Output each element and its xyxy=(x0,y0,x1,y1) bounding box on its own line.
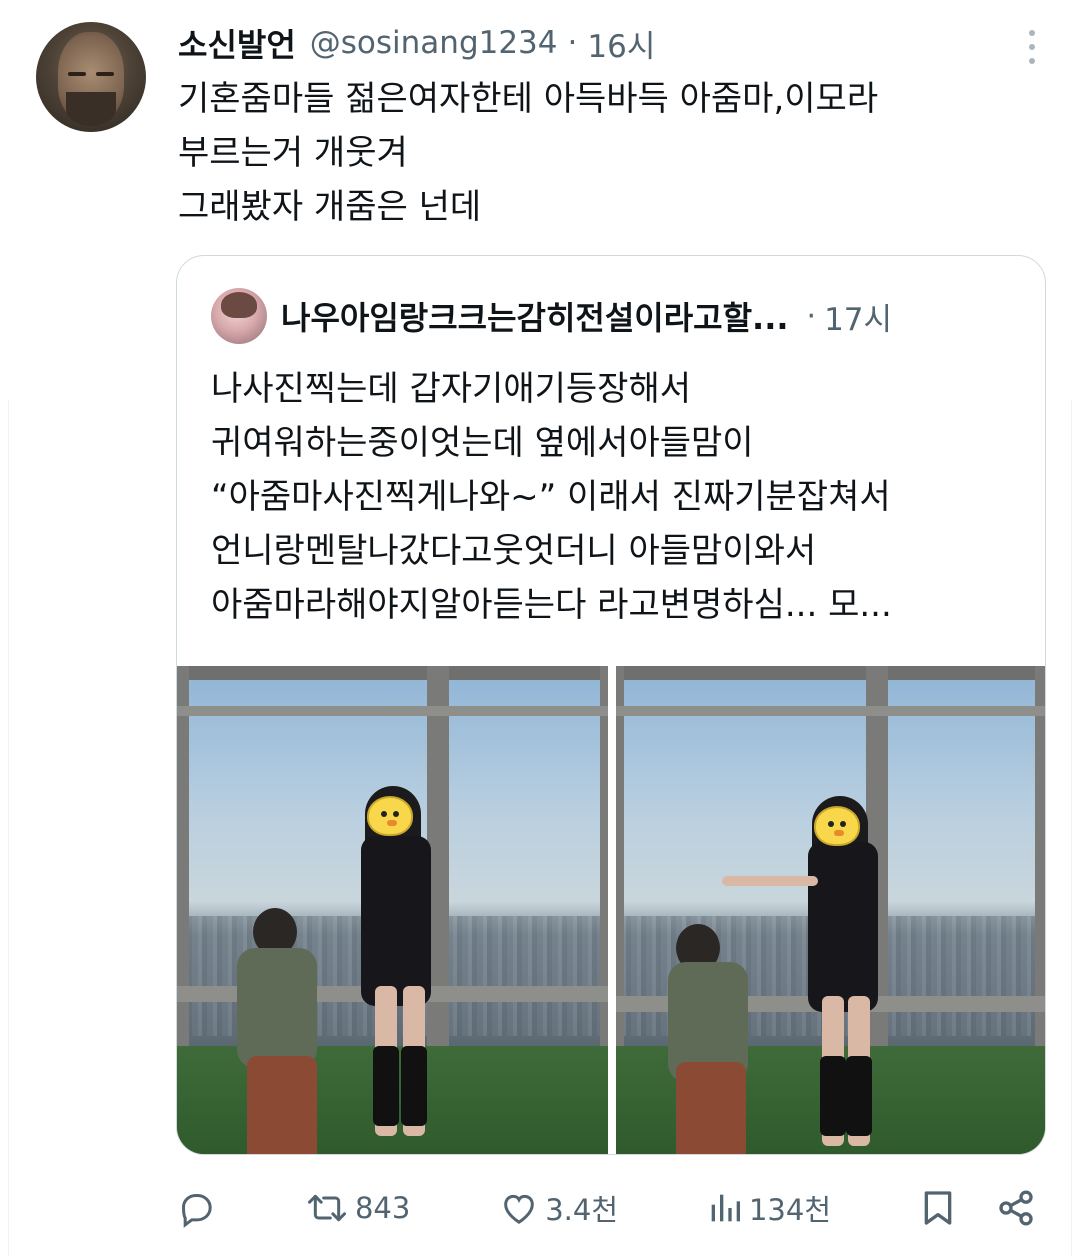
tweet-text: 기혼줌마들 젊은여자한테 아득바득 아줌마,이모라 부르는거 개웃겨 그래봤자 … xyxy=(178,72,1038,234)
views-button[interactable]: 134천 xyxy=(707,1187,831,1229)
quoted-text-line: 언니랑멘탈나갔다고웃엇더니 아들맘이와서 xyxy=(211,531,817,571)
quoted-text-line: 아줌마라해야지알아듣는다 라고변명하심... 모... xyxy=(211,585,892,625)
share-button[interactable] xyxy=(996,1188,1036,1228)
tweet-header: 소신발언 @sosinang1234 · 16시 xyxy=(178,18,1020,68)
retweet-icon xyxy=(307,1194,346,1222)
more-options-icon[interactable] xyxy=(1028,30,1036,64)
quoted-tweet[interactable]: 나우아임랑크크는감히전설이라고할... · 17시 나사진찍는데 갑자기애기등장… xyxy=(176,255,1046,1155)
quoted-header-separator: · xyxy=(806,298,817,334)
reply-button[interactable] xyxy=(176,1188,216,1228)
author-name[interactable]: 소신발언 xyxy=(178,20,296,66)
photo-left[interactable] xyxy=(177,666,608,1154)
author-handle[interactable]: @sosinang1234 xyxy=(310,25,558,61)
quoted-tweet-time[interactable]: 17시 xyxy=(824,294,892,339)
share-icon xyxy=(999,1190,1033,1226)
quoted-author-name[interactable]: 나우아임랑크크는감히전설이라고할... xyxy=(281,293,789,339)
retweet-button[interactable]: 843 xyxy=(305,1188,410,1228)
quoted-tweet-text: 나사진찍는데 갑자기애기등장해서 귀여워하는중이엇는데 옆에서아들맘이 “아줌마… xyxy=(211,362,1031,632)
bookmark-icon xyxy=(924,1191,952,1225)
author-avatar[interactable] xyxy=(36,22,146,132)
bookmark-button[interactable] xyxy=(920,1188,956,1228)
tweet-actions: 843 3.4천 134천 xyxy=(176,1178,1036,1238)
header-separator: · xyxy=(567,25,578,61)
tweet-time[interactable]: 16시 xyxy=(587,21,655,66)
left-divider xyxy=(8,400,9,1256)
quoted-text-line: 귀여워하는중이엇는데 옆에서아들맘이 xyxy=(211,423,754,463)
retweet-count: 843 xyxy=(354,1191,411,1225)
quoted-author-avatar[interactable] xyxy=(211,288,267,344)
views-icon xyxy=(711,1194,740,1222)
tweet-page: 소신발언 @sosinang1234 · 16시 기혼줌마들 젊은여자한테 아득… xyxy=(0,0,1080,1256)
tweet-text-line: 기혼줌마들 젊은여자한테 아득바득 아줌마,이모라 xyxy=(178,79,879,119)
views-count: 134천 xyxy=(748,1193,832,1227)
tweet-text-line: 부르는거 개웃겨 xyxy=(178,133,408,173)
quoted-tweet-header: 나우아임랑크크는감히전설이라고할... · 17시 xyxy=(281,288,1011,344)
avatar-brow-left xyxy=(68,72,86,76)
avatar-brow-right xyxy=(96,72,114,76)
avatar-beard xyxy=(66,92,116,126)
reply-icon xyxy=(181,1194,212,1228)
chick-sticker xyxy=(367,796,413,836)
quoted-text-line: “아줌마사진찍게나와~” 이래서 진짜기분잡쳐서 xyxy=(211,477,891,517)
action-group-right xyxy=(920,1188,1036,1228)
photo-right[interactable] xyxy=(616,666,1045,1154)
heart-icon xyxy=(504,1194,535,1224)
chick-sticker xyxy=(814,806,860,846)
right-divider xyxy=(1071,400,1072,1256)
like-count: 3.4천 xyxy=(545,1193,619,1227)
quoted-media xyxy=(177,666,1045,1154)
tweet-text-line: 그래봤자 개줌은 넌데 xyxy=(178,187,482,227)
quoted-text-line: 나사진찍는데 갑자기애기등장해서 xyxy=(211,369,692,409)
like-button[interactable]: 3.4천 xyxy=(499,1187,618,1229)
